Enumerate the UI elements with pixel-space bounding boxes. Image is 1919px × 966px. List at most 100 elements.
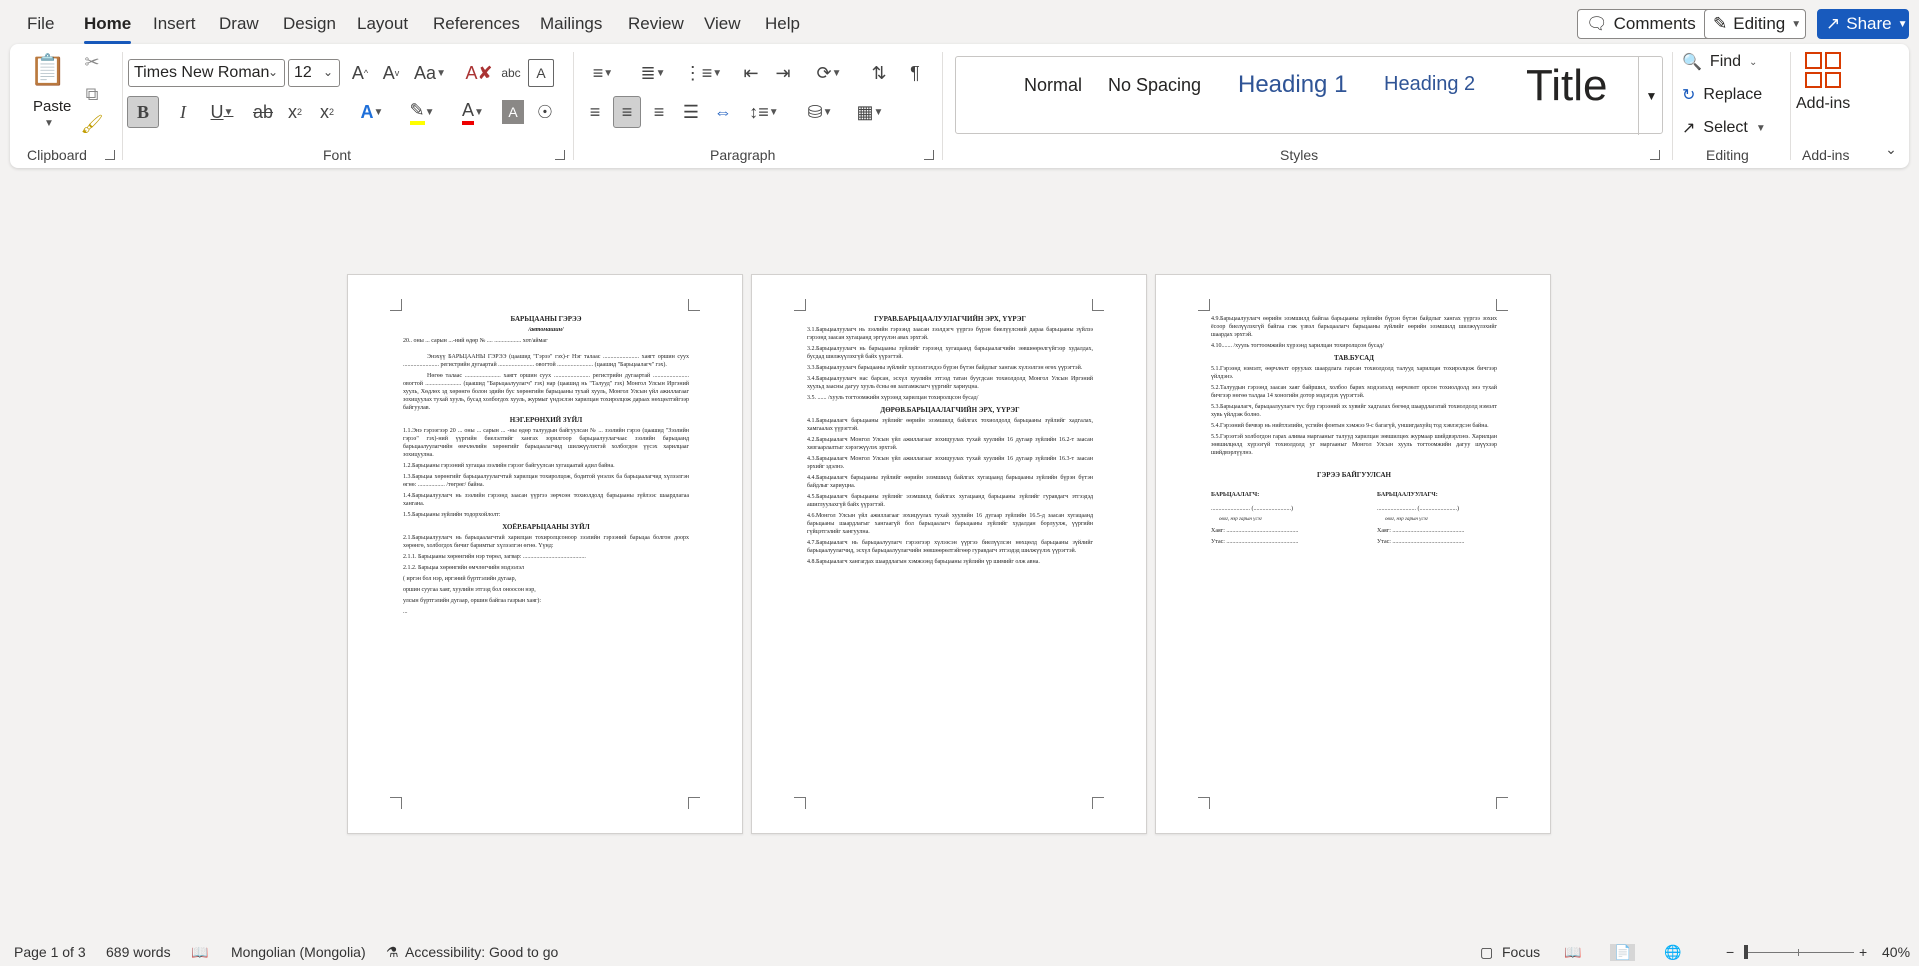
cut-icon[interactable]: ✂ <box>82 52 102 72</box>
justify-icon[interactable]: ☰ <box>678 96 704 128</box>
decrease-indent-icon[interactable]: ⇤ <box>738 59 764 87</box>
tab-design[interactable]: Design <box>283 14 336 34</box>
share-icon: ↗ <box>1826 14 1841 33</box>
strikethrough-icon[interactable]: ab <box>250 96 276 128</box>
add-ins-button[interactable]: Add-ins <box>1796 95 1850 113</box>
bold-icon[interactable]: B <box>127 96 159 128</box>
collapse-ribbon-icon[interactable]: ⌄ <box>1882 140 1900 158</box>
paragraph: 5.3.Барьцаалагч, барьцаалуулагч тус бүр … <box>1211 404 1497 418</box>
tab-layout[interactable]: Layout <box>357 14 408 34</box>
tab-review[interactable]: Review <box>628 14 684 34</box>
find-button[interactable]: 🔍 Find ⌄ <box>1682 52 1757 72</box>
increase-indent-icon[interactable]: ⇥ <box>770 59 796 87</box>
grow-font-icon[interactable]: A ^ <box>347 59 373 87</box>
chevron-down-icon: ▼ <box>1791 18 1802 30</box>
zoom-in-icon[interactable]: + <box>1859 944 1867 960</box>
accessibility-icon: ⚗ <box>386 944 399 960</box>
select-button[interactable]: ↗ Select ▼ <box>1682 118 1766 138</box>
bullets-icon[interactable]: ≡ ▼ <box>582 59 624 87</box>
page-text: 4.9.Барьцаалуулагч өөрийн эзэмшилд байга… <box>1211 315 1497 549</box>
highlight-icon[interactable]: ✎ ▼ <box>402 96 442 128</box>
tab-draw[interactable]: Draw <box>219 14 259 34</box>
comment-icon: 🗨 <box>1586 14 1608 33</box>
tab-file[interactable]: File <box>27 14 54 34</box>
tab-mailings[interactable]: Mailings <box>540 14 602 34</box>
tab-home[interactable]: Home <box>84 14 132 44</box>
sort-icon[interactable]: ⇅ <box>866 59 892 87</box>
crop-mark <box>1198 299 1210 311</box>
tab-help[interactable]: Help <box>765 14 800 34</box>
styles-more-icon[interactable]: ▼ <box>1638 57 1664 135</box>
word-count[interactable]: 689 words <box>106 944 171 960</box>
share-button[interactable]: ↗ Share ▼ <box>1817 9 1909 39</box>
language-indicator[interactable]: Mongolian (Mongolia) <box>231 944 366 960</box>
zoom-slider-thumb[interactable] <box>1744 945 1748 959</box>
character-border-icon[interactable]: A <box>528 59 554 87</box>
clipboard-launcher-icon[interactable] <box>105 150 115 160</box>
copy-icon[interactable]: ⧉ <box>82 84 102 104</box>
zoom-level[interactable]: 40% <box>1882 944 1910 960</box>
text-effects-icon[interactable]: A ▼ <box>352 96 392 128</box>
align-left-icon[interactable]: ≡ <box>582 96 608 128</box>
shading-icon[interactable]: A <box>502 100 524 124</box>
print-layout-icon[interactable]: 📄 <box>1610 944 1636 961</box>
style-title[interactable]: Title <box>1526 61 1608 111</box>
paragraph-launcher-icon[interactable] <box>924 150 934 160</box>
show-formatting-marks-icon[interactable]: ¶ <box>902 59 928 87</box>
read-mode-icon[interactable]: 📖 <box>1564 944 1581 961</box>
paste-button[interactable]: Paste <box>33 98 71 115</box>
tab-insert[interactable]: Insert <box>153 14 196 34</box>
zoom-slider[interactable] <box>1744 945 1854 959</box>
paragraph-shading-icon[interactable]: ⛁ ▼ <box>800 96 840 128</box>
phonetic-guide-icon[interactable]: abc <box>498 59 524 87</box>
style-normal[interactable]: Normal <box>1024 75 1082 96</box>
font-color-icon[interactable]: A ▼ <box>453 96 493 128</box>
document-page-2[interactable]: ГУРАВ.БАРЬЦААЛУУЛАГЧИЙН ЭРХ, ҮҮРЭГ 3.1.Б… <box>751 274 1147 834</box>
format-painter-icon[interactable]: 🖌 <box>81 114 104 134</box>
subscript-icon[interactable]: x2 <box>282 96 308 128</box>
style-no-spacing[interactable]: No Spacing <box>1108 75 1201 96</box>
borders-icon[interactable]: ▦ ▼ <box>850 96 890 128</box>
proofing-icon[interactable]: 📖 <box>191 944 208 961</box>
page-count[interactable]: Page 1 of 3 <box>14 944 86 960</box>
font-size-combo[interactable]: 12 ⌄ <box>288 59 340 87</box>
style-heading-1[interactable]: Heading 1 <box>1238 71 1347 99</box>
styles-launcher-icon[interactable] <box>1650 150 1660 160</box>
zoom-out-icon[interactable]: − <box>1726 944 1734 960</box>
font-launcher-icon[interactable] <box>555 150 565 160</box>
shrink-font-icon[interactable]: Av <box>378 59 404 87</box>
align-right-icon[interactable]: ≡ <box>646 96 672 128</box>
align-center-icon[interactable]: ≡ <box>613 96 641 128</box>
paragraph: 2.1.1. Барьцааны хөрөнгийн нэр төрөл, за… <box>403 554 586 560</box>
chevron-down-icon[interactable]: ▼ <box>44 118 54 129</box>
add-ins-icon[interactable] <box>1805 52 1841 88</box>
borrower-signature: БАРЬЦААЛУУЛАГЧ: ........................… <box>1377 492 1465 545</box>
accessibility-status[interactable]: Accessibility: Good to go <box>405 944 558 960</box>
style-heading-2[interactable]: Heading 2 <box>1384 73 1475 96</box>
superscript-icon[interactable]: x2 <box>314 96 340 128</box>
distributed-icon[interactable]: ⇔ <box>710 96 736 128</box>
paragraph: 4.4.Барьцаалагч барьцааны зүйлийг өөрийн… <box>807 475 1093 489</box>
multilevel-list-icon[interactable]: ⋮≡ ▼ <box>682 59 724 87</box>
text-direction-icon[interactable]: ⟳ ▼ <box>808 59 850 87</box>
editing-mode-button[interactable]: ✎ Editing ▼ <box>1704 9 1806 39</box>
underline-icon[interactable]: U ▼ <box>202 96 242 128</box>
clear-formatting-icon[interactable]: A✘ <box>465 59 492 87</box>
document-page-1[interactable]: БАРЬЦААНЫ ГЭРЭЭ /автомашин/ 20.. оны ...… <box>347 274 743 834</box>
paste-icon[interactable]: 📋 <box>29 50 66 90</box>
focus-button[interactable]: Focus <box>1502 944 1540 960</box>
italic-icon[interactable]: I <box>170 96 196 128</box>
line-spacing-icon[interactable]: ↕≡ ▼ <box>744 96 784 128</box>
crop-mark <box>1496 797 1508 809</box>
tab-references[interactable]: References <box>433 14 520 34</box>
font-name-combo[interactable]: Times New Roman ⌄ <box>128 59 285 87</box>
tab-view[interactable]: View <box>704 14 741 34</box>
numbering-icon[interactable]: ≣ ▼ <box>632 59 674 87</box>
styles-gallery: Normal No Spacing Heading 1 Heading 2 Ti… <box>955 56 1664 135</box>
enclose-characters-icon[interactable]: ☉ <box>532 96 558 128</box>
document-page-3[interactable]: 4.9.Барьцаалуулагч өөрийн эзэмшилд байга… <box>1155 274 1551 834</box>
web-layout-icon[interactable]: 🌐 <box>1664 944 1681 961</box>
replace-button[interactable]: ↻ Replace <box>1682 85 1762 105</box>
change-case-icon[interactable]: Aa ▼ <box>410 59 450 87</box>
paragraph: оршин суугаа хаяг, хуулийн этгээд бол он… <box>403 587 536 593</box>
